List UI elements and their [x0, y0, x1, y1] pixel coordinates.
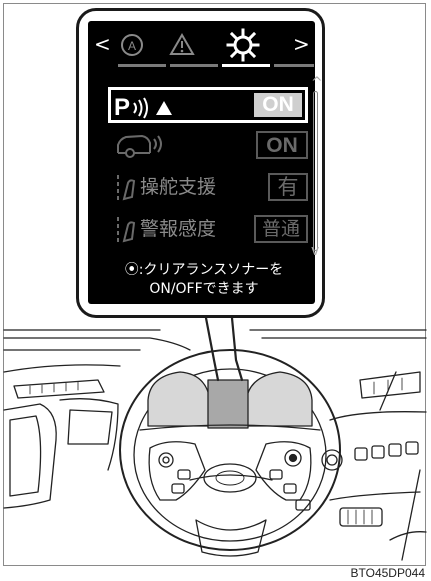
scrollbar[interactable]: [313, 91, 318, 251]
multi-information-display: < > A P ON ON 操舵支援 有 警報感度 普通 ^ v ⦿:クリアラン…: [88, 21, 323, 304]
hint-line-2: ON/OFFできます: [149, 281, 259, 297]
cruise-a-icon[interactable]: A: [118, 31, 146, 59]
next-tab-button[interactable]: >: [293, 31, 310, 57]
alert-sensitivity-value: 普通: [254, 215, 308, 243]
alert-sensitivity-label: 警報感度: [140, 218, 217, 240]
hint-line-1: ⦿:クリアランスソナーを: [124, 262, 284, 278]
figure: < > A P ON ON 操舵支援 有 警報感度 普通 ^ v ⦿:クリアラン…: [0, 0, 431, 581]
setting-row-vehicle-sensor[interactable]: ON: [112, 129, 308, 163]
tab-underline-more: [274, 64, 314, 67]
clearance-sonar-value: ON: [254, 93, 302, 117]
left-screen-box: [67, 409, 113, 445]
tab-underline-warning: [170, 64, 218, 67]
hint-text: ⦿:クリアランスソナーを ON/OFFできます: [94, 261, 314, 299]
vehicle-sensor-icon: [117, 134, 162, 158]
gear-icon[interactable]: [226, 28, 260, 62]
setting-row-steering-assist[interactable]: 操舵支援 有: [112, 171, 308, 205]
left-spoke: [148, 441, 206, 501]
previous-tab-button[interactable]: <: [94, 31, 111, 57]
alert-sensitivity-icon: [117, 217, 136, 245]
svg-text:P: P: [114, 94, 130, 119]
tab-underline-settings-active: [222, 64, 270, 67]
left-pad-button: [158, 452, 174, 468]
steering-assist-icon: [117, 175, 136, 203]
callout-tail-right: [230, 316, 244, 382]
right-meter: [245, 371, 313, 427]
lower-switch-panel: [339, 507, 383, 527]
scroll-up-icon: ^: [311, 75, 323, 91]
figure-code: BTO45DP044: [350, 566, 426, 580]
setting-row-alert-sensitivity[interactable]: 警報感度 普通: [112, 213, 308, 247]
vehicle-sensor-value: ON: [256, 131, 308, 159]
tab-underline-cruise: [118, 64, 166, 67]
svg-text:A: A: [128, 39, 136, 53]
scroll-down-icon: v: [311, 243, 320, 259]
left-vent: [13, 379, 105, 399]
steering-assist-label: 操舵支援: [140, 176, 217, 198]
multi-info-display: [207, 379, 249, 429]
warning-triangle-icon[interactable]: [168, 32, 196, 58]
steering-assist-value: 有: [268, 173, 308, 201]
parking-sonar-icon: P: [114, 94, 172, 119]
left-meter: [147, 371, 211, 427]
setting-row-clearance-sonar[interactable]: P ON: [108, 87, 308, 123]
steering-hub: [203, 463, 257, 493]
